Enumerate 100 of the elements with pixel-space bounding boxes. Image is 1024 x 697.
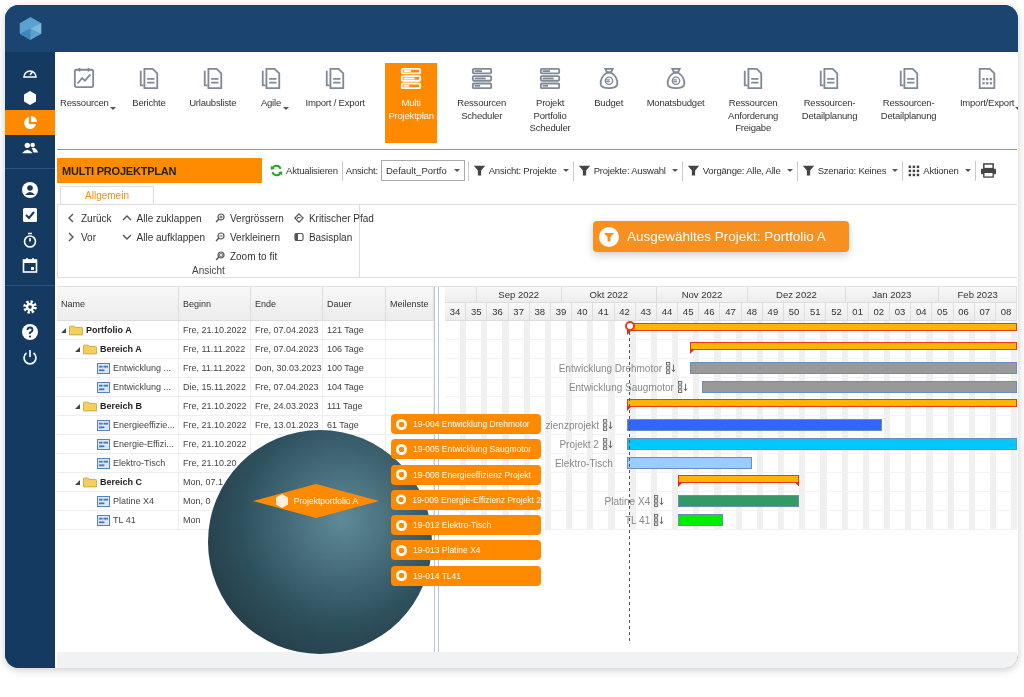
column-header[interactable]: Meilenste <box>386 287 434 320</box>
tree-item-label[interactable]: Bereich B <box>100 401 143 411</box>
ribbon-button[interactable]: Ressourcen Scheduler <box>454 63 509 143</box>
tree-item-label[interactable]: Entwicklung ... <box>113 363 172 373</box>
ribbon-button[interactable]: Monatsbudget <box>643 63 708 143</box>
tree-item-label[interactable]: Energie-Effizi... <box>113 439 174 449</box>
diamond-arrow-icon <box>293 213 304 223</box>
ribbon-group-button[interactable]: Alle zuklappen <box>119 209 207 227</box>
ribbon-button[interactable]: Urlaubsliste <box>186 63 240 143</box>
bar-label: TL 41 <box>625 514 651 526</box>
filter-button[interactable]: Szenario: Keines <box>800 164 900 177</box>
ribbon-group-button[interactable]: Verkleinern <box>212 228 286 246</box>
refresh-button[interactable]: Aktualisieren <box>269 164 339 177</box>
column-header[interactable]: Dauer <box>323 287 386 320</box>
summary-bar[interactable] <box>626 399 1018 411</box>
filter-button[interactable]: Ansicht: Projekte <box>471 164 570 177</box>
grid-icon <box>907 164 921 177</box>
week-header: 45 <box>678 303 700 320</box>
expand-toggle-icon[interactable] <box>61 327 66 333</box>
ribbon-button[interactable]: Ressourcen- Detailplanung <box>798 63 861 143</box>
tag-label: 19-009 Energie-Effizienz Projekt 2 <box>412 494 541 505</box>
week-header: 48 <box>741 303 763 320</box>
week-header: 02 <box>868 303 890 320</box>
tree-item-label[interactable]: Bereich C <box>100 477 143 487</box>
column-header[interactable]: Name <box>57 287 179 320</box>
ribbon-group-button[interactable]: Vor <box>64 228 114 246</box>
week-header: 37 <box>508 303 530 320</box>
tree-item-label[interactable]: Platine X4 <box>113 496 155 506</box>
bar-label: Elektro-Tisch <box>554 457 613 469</box>
tree-item-label[interactable]: Portfolio A <box>86 325 132 335</box>
stacked-bars-icon <box>539 67 562 89</box>
week-header: 05 <box>932 303 954 320</box>
ring-icon <box>396 443 407 455</box>
task-icon <box>97 381 110 393</box>
filter-icon <box>577 164 591 177</box>
caret-icon <box>786 168 793 173</box>
zoom-out-icon <box>214 232 225 242</box>
week-header: 38 <box>529 303 551 320</box>
hexagon-icon <box>22 89 38 106</box>
summary-bar[interactable] <box>678 475 799 487</box>
document-icon <box>897 67 920 89</box>
bar-label: Projekt 2 <box>559 438 599 450</box>
tree-item-label[interactable]: Bereich A <box>100 344 142 354</box>
print-button[interactable] <box>978 163 998 178</box>
baseline-icon <box>293 232 304 242</box>
column-header[interactable]: Ende <box>251 287 323 320</box>
column-header[interactable]: Beginn <box>179 287 251 320</box>
caret-icon <box>671 168 678 173</box>
ribbon-group-button[interactable]: Alle aufklappen <box>119 228 207 246</box>
ribbon-button[interactable]: Ressourcen- Detailplanung <box>877 63 940 143</box>
ribbon-group-button[interactable]: Zoom to fit <box>212 247 286 265</box>
task-icon <box>97 362 110 374</box>
summary-bar[interactable] <box>626 323 1018 335</box>
tree-item-label[interactable]: Energieeffizie... <box>113 420 175 430</box>
checkbox-icon <box>22 206 38 223</box>
tree-item-label[interactable]: Elektro-Tisch <box>113 458 166 468</box>
ribbon-group-button[interactable]: Vergrössern <box>212 209 286 227</box>
tag-label: 19-008 Energieeffizienz Projekt <box>413 469 531 480</box>
ribbon-button[interactable]: Agile <box>256 63 285 143</box>
week-header: 51 <box>805 303 827 320</box>
help-icon <box>22 323 38 340</box>
ribbon-group-button[interactable]: Basisplan <box>291 228 376 246</box>
table-cell: Fre, 13.01.2023 <box>255 420 319 430</box>
view-select[interactable]: Default_Portfo <box>381 160 465 181</box>
ribbon-group-button[interactable]: Kritischer Pfad <box>291 209 376 227</box>
week-header: 07 <box>974 303 996 320</box>
folder-icon <box>69 324 83 336</box>
power-icon <box>22 348 38 365</box>
stopwatch-icon <box>22 231 38 248</box>
week-header: 40 <box>572 303 594 320</box>
expand-toggle-icon[interactable] <box>75 346 80 352</box>
callout-text: Ausgewähltes Projekt: Portfolio A <box>627 229 826 244</box>
expand-toggle-icon[interactable] <box>75 479 80 485</box>
ribbon-button[interactable]: Berichte <box>129 63 169 143</box>
filter-button[interactable]: Vorgänge: Alle, Alle <box>685 164 794 177</box>
ribbon-group-button[interactable]: Zurück <box>64 209 114 227</box>
expand-toggle-icon[interactable] <box>75 403 80 409</box>
ring-icon <box>396 494 407 506</box>
stacked-bars-icon <box>470 67 493 89</box>
tree-item-label[interactable]: TL 41 <box>113 515 136 525</box>
tree-item-label[interactable]: Entwicklung ... <box>113 382 172 392</box>
table-cell: 111 Tage <box>327 401 363 411</box>
ribbon-button[interactable]: Ressourcen Anforderung Freigabe <box>725 63 782 143</box>
ribbon-button[interactable]: Ressourcen <box>57 63 112 143</box>
week-header: 03 <box>889 303 912 320</box>
actions-button[interactable]: Aktionen <box>906 164 972 177</box>
table-cell: Fre, 24.03.2023 <box>255 401 319 411</box>
calendar-icon <box>22 256 38 273</box>
ribbon-button[interactable]: Projekt Portfolio Scheduler <box>526 63 574 143</box>
tag-label: 19-014 TL41 <box>413 570 462 581</box>
ribbon-button[interactable]: Import / Export <box>302 63 368 143</box>
ribbon-button[interactable]: Budget <box>591 63 627 143</box>
group-label: Ansicht <box>191 265 226 276</box>
table-cell: Fre, 21.10.20 <box>183 458 237 468</box>
refresh-icon <box>270 164 283 177</box>
week-header: 46 <box>699 303 721 320</box>
pie-chart-icon <box>22 114 38 131</box>
filter-button[interactable]: Projekte: Auswahl <box>576 164 679 177</box>
ribbon-button[interactable]: Import/Export <box>956 63 1018 143</box>
summary-bar[interactable] <box>690 342 1018 354</box>
